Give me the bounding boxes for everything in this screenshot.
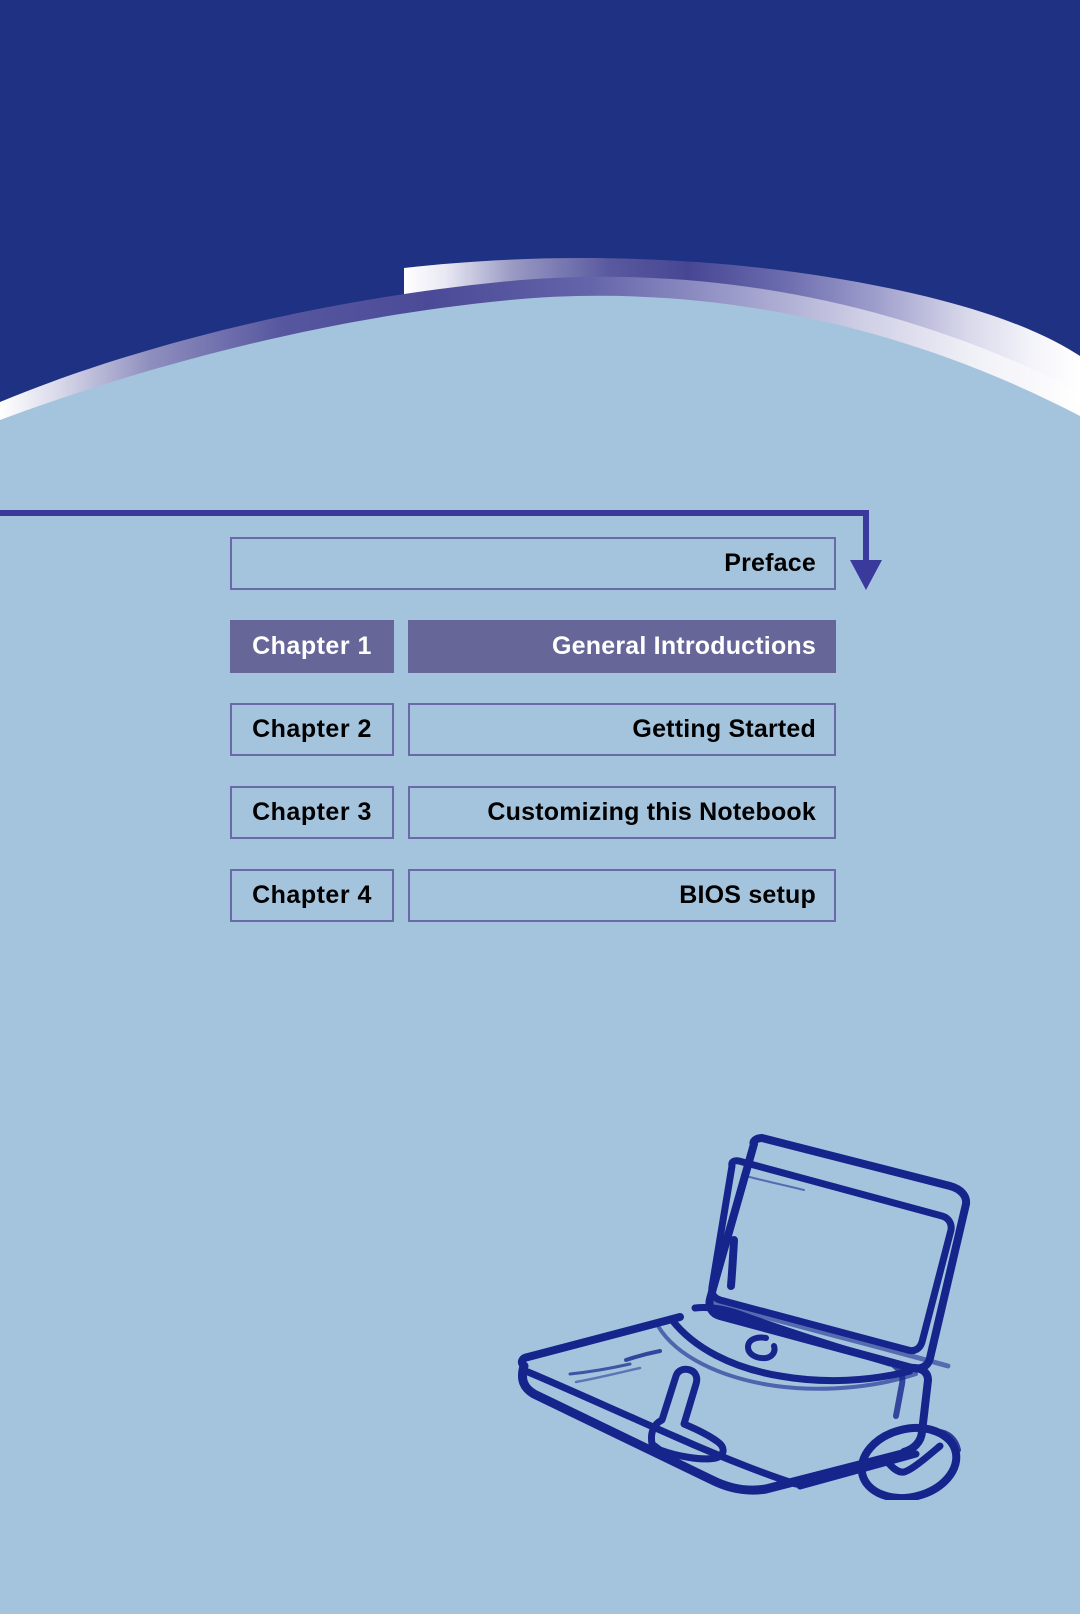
toc-title-cell[interactable]: Customizing this Notebook (408, 786, 836, 839)
toc-row-chapter-2[interactable]: Chapter 2 Getting Started (230, 703, 836, 756)
toc-title-cell[interactable]: Preface (230, 537, 836, 590)
toc-chapter-label: Chapter 2 (252, 715, 372, 743)
toc-row-preface[interactable]: Preface (230, 537, 836, 590)
toc-title-label: Getting Started (632, 715, 816, 743)
table-of-contents: Preface Chapter 1 General Introductions … (230, 537, 836, 922)
laptop-latch-icon (745, 1334, 778, 1362)
toc-chapter-cell[interactable]: Chapter 1 (230, 620, 394, 673)
toc-chapter-label: Chapter 1 (252, 632, 372, 660)
toc-title-label: BIOS setup (679, 881, 816, 909)
toc-title-label: Customizing this Notebook (487, 798, 816, 826)
toc-chapter-cell[interactable]: Chapter 2 (230, 703, 394, 756)
toc-title-cell[interactable]: Getting Started (408, 703, 836, 756)
toc-title-cell[interactable]: BIOS setup (408, 869, 836, 922)
toc-title-label: General Introductions (552, 632, 816, 660)
notebook-computer-sketch (517, 1134, 971, 1500)
toc-chapter-label: Chapter 3 (252, 798, 372, 826)
toc-chapter-cell[interactable]: Chapter 4 (230, 869, 394, 922)
toc-chapter-cell[interactable]: Chapter 3 (230, 786, 394, 839)
toc-chapter-label: Chapter 4 (252, 881, 372, 909)
toc-row-chapter-3[interactable]: Chapter 3 Customizing this Notebook (230, 786, 836, 839)
cover-page: Preface Chapter 1 General Introductions … (0, 0, 1080, 1614)
toc-title-label: Preface (724, 549, 816, 577)
toc-row-chapter-1[interactable]: Chapter 1 General Introductions (230, 620, 836, 673)
toc-title-cell[interactable]: General Introductions (408, 620, 836, 673)
toc-row-chapter-4[interactable]: Chapter 4 BIOS setup (230, 869, 836, 922)
